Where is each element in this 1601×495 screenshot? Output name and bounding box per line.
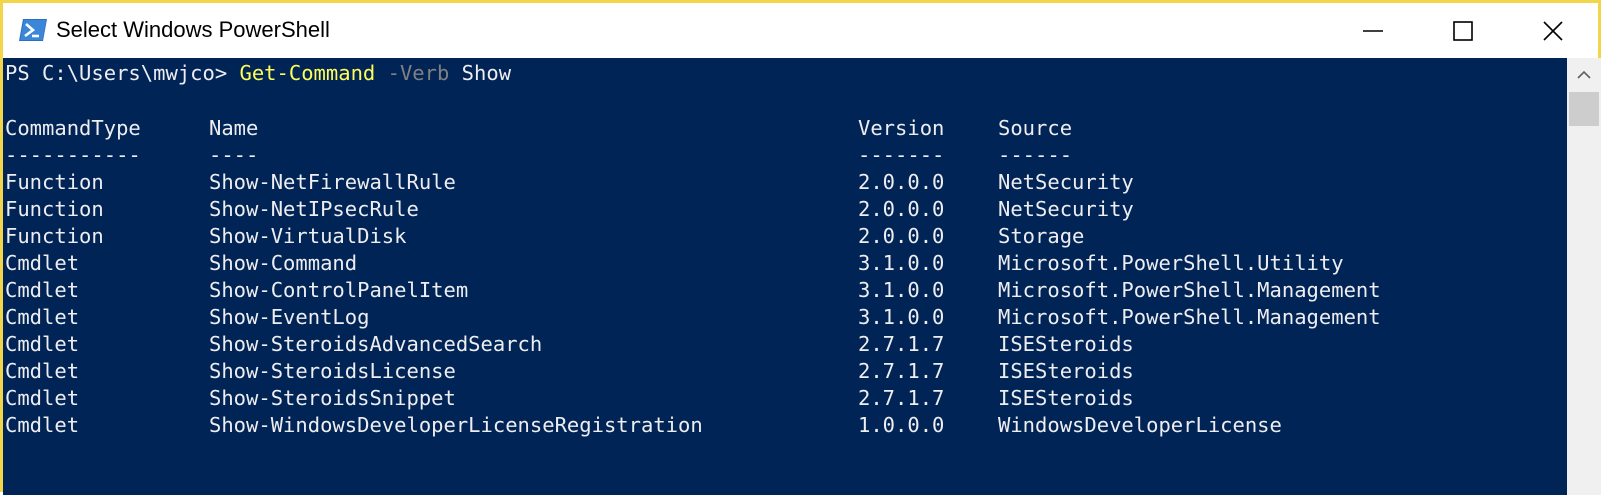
prompt-parameter: -Verb bbox=[375, 61, 450, 85]
cell-name: Show-NetFirewallRule bbox=[209, 170, 456, 194]
cell-source: Microsoft.PowerShell.Management bbox=[998, 305, 1381, 329]
table-row: Cmdlet Show-SteroidsSnippet 2.7.1.7 ISES… bbox=[5, 385, 1565, 412]
cell-name: Show-ControlPanelItem bbox=[209, 278, 469, 302]
cell-commandtype: Function bbox=[5, 224, 104, 248]
cell-source: ISESteroids bbox=[998, 386, 1134, 410]
cell-source: Storage bbox=[998, 224, 1085, 248]
cell-name: Show-SteroidsAdvancedSearch bbox=[209, 332, 543, 356]
header-source: Source bbox=[998, 116, 1073, 140]
cell-version: 2.7.1.7 bbox=[858, 359, 945, 383]
prompt-path: PS C:\Users\mwjco> bbox=[5, 61, 240, 85]
cell-commandtype: Cmdlet bbox=[5, 386, 80, 410]
table-divider-row: ----------- ---- ------- ------ bbox=[5, 142, 1565, 169]
cell-source: Microsoft.PowerShell.Management bbox=[998, 278, 1381, 302]
header-version: Version bbox=[858, 116, 945, 140]
cell-commandtype: Cmdlet bbox=[5, 278, 80, 302]
powershell-icon[interactable] bbox=[18, 17, 48, 43]
table-row: Cmdlet Show-Command 3.1.0.0 Microsoft.Po… bbox=[5, 250, 1565, 277]
header-commandtype: CommandType bbox=[5, 116, 141, 140]
vertical-scrollbar[interactable] bbox=[1567, 58, 1601, 495]
divider-version: ------- bbox=[858, 143, 945, 167]
cell-name: Show-SteroidsSnippet bbox=[209, 386, 456, 410]
cell-version: 3.1.0.0 bbox=[858, 251, 945, 275]
title-bar[interactable]: Select Windows PowerShell bbox=[3, 3, 1598, 58]
cell-name: Show-VirtualDisk bbox=[209, 224, 407, 248]
cell-source: NetSecurity bbox=[998, 197, 1134, 221]
console-output[interactable]: PS C:\Users\mwjco> Get-Command -Verb Sho… bbox=[3, 58, 1567, 495]
close-button[interactable] bbox=[1508, 3, 1598, 58]
cell-commandtype: Function bbox=[5, 170, 104, 194]
cell-version: 1.0.0.0 bbox=[858, 413, 945, 437]
table-row: Cmdlet Show-EventLog 3.1.0.0 Microsoft.P… bbox=[5, 304, 1565, 331]
scrollbar-thumb[interactable] bbox=[1569, 92, 1599, 126]
maximize-icon bbox=[1453, 20, 1473, 41]
table-header-row: CommandType Name Version Source bbox=[5, 115, 1565, 142]
cell-source: Microsoft.PowerShell.Utility bbox=[998, 251, 1344, 275]
chevron-up-icon bbox=[1577, 70, 1591, 79]
cell-name: Show-NetIPsecRule bbox=[209, 197, 419, 221]
cell-source: WindowsDeveloperLicense bbox=[998, 413, 1282, 437]
prompt-command: Get-Command bbox=[239, 61, 376, 85]
cell-source: ISESteroids bbox=[998, 359, 1134, 383]
cell-commandtype: Cmdlet bbox=[5, 251, 80, 275]
cell-version: 2.0.0.0 bbox=[858, 224, 945, 248]
cell-commandtype: Cmdlet bbox=[5, 332, 80, 356]
divider-commandtype: ----------- bbox=[5, 143, 141, 167]
cell-version: 2.0.0.0 bbox=[858, 170, 945, 194]
powershell-window: Select Windows PowerShell PS C:\Users\mw… bbox=[0, 0, 1601, 495]
cell-commandtype: Cmdlet bbox=[5, 359, 80, 383]
header-name: Name bbox=[209, 116, 259, 140]
prompt-line: PS C:\Users\mwjco> Get-Command -Verb Sho… bbox=[5, 60, 511, 87]
table-row: Cmdlet Show-ControlPanelItem 3.1.0.0 Mic… bbox=[5, 277, 1565, 304]
table-row: Cmdlet Show-WindowsDeveloperLicenseRegis… bbox=[5, 412, 1565, 439]
maximize-button[interactable] bbox=[1418, 3, 1508, 58]
cell-name: Show-WindowsDeveloperLicenseRegistration bbox=[209, 413, 703, 437]
divider-name: ---- bbox=[209, 143, 259, 167]
cell-version: 2.0.0.0 bbox=[858, 197, 945, 221]
minimize-icon bbox=[1363, 29, 1383, 32]
cell-name: Show-EventLog bbox=[209, 305, 370, 329]
cell-version: 3.1.0.0 bbox=[858, 278, 945, 302]
table-row: Cmdlet Show-SteroidsAdvancedSearch 2.7.1… bbox=[5, 331, 1565, 358]
table-row: Function Show-VirtualDisk 2.0.0.0 Storag… bbox=[5, 223, 1565, 250]
cell-source: ISESteroids bbox=[998, 332, 1134, 356]
cell-name: Show-Command bbox=[209, 251, 358, 275]
cell-source: NetSecurity bbox=[998, 170, 1134, 194]
cell-commandtype: Function bbox=[5, 197, 104, 221]
cell-commandtype: Cmdlet bbox=[5, 305, 80, 329]
table-row: Cmdlet Show-SteroidsLicense 2.7.1.7 ISES… bbox=[5, 358, 1565, 385]
cell-name: Show-SteroidsLicense bbox=[209, 359, 456, 383]
scroll-up-button[interactable] bbox=[1567, 58, 1601, 92]
cell-version: 3.1.0.0 bbox=[858, 305, 945, 329]
close-icon bbox=[1543, 20, 1563, 41]
table-row: Function Show-NetFirewallRule 2.0.0.0 Ne… bbox=[5, 169, 1565, 196]
cell-commandtype: Cmdlet bbox=[5, 413, 80, 437]
window-title: Select Windows PowerShell bbox=[56, 17, 330, 42]
minimize-button[interactable] bbox=[1328, 3, 1418, 58]
table-row: Function Show-NetIPsecRule 2.0.0.0 NetSe… bbox=[5, 196, 1565, 223]
divider-source: ------ bbox=[998, 143, 1073, 167]
cell-version: 2.7.1.7 bbox=[858, 386, 945, 410]
cell-version: 2.7.1.7 bbox=[858, 332, 945, 356]
prompt-argument: Show bbox=[449, 61, 512, 85]
